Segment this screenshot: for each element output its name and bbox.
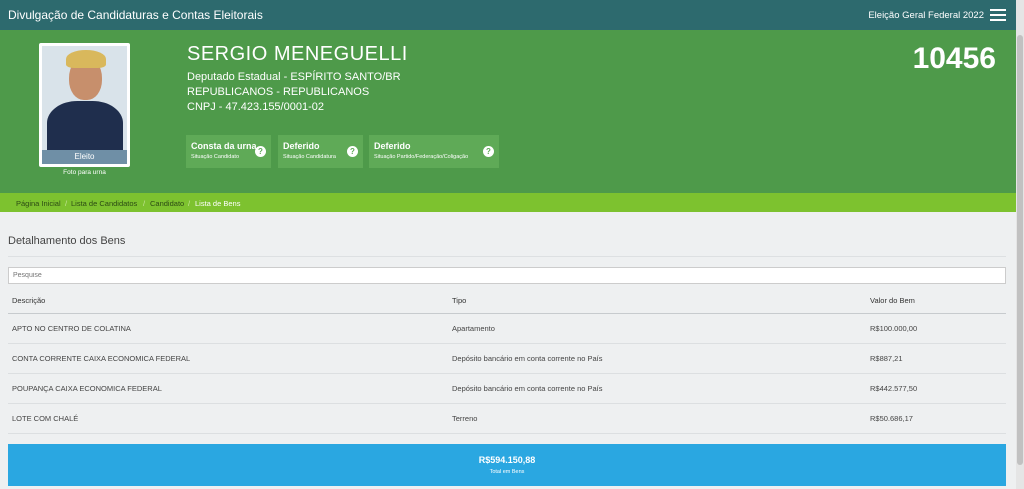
candidate-cnpj: CNPJ - 47.423.155/0001-02 bbox=[187, 101, 324, 113]
breadcrumb: Página Inicial / Lista de Candidatos / C… bbox=[0, 193, 1016, 212]
status-subtitle: Situação Candidatura bbox=[283, 154, 336, 160]
table-row: LOTE COM CHALÉ Terreno R$50.686,17 bbox=[8, 403, 1006, 434]
cell-type: Terreno bbox=[452, 414, 478, 423]
status-subtitle: Situação Candidato bbox=[191, 154, 240, 160]
candidate-party: REPUBLICANOS - REPUBLICANOS bbox=[187, 86, 370, 98]
table-row: APTO NO CENTRO DE COLATINA Apartamento R… bbox=[8, 313, 1006, 344]
cell-type: Depósito bancário em conta corrente no P… bbox=[452, 384, 603, 393]
divider bbox=[8, 256, 1006, 257]
col-type[interactable]: Tipo bbox=[452, 296, 466, 305]
cell-value: R$442.577,50 bbox=[870, 384, 918, 393]
status-candidate: Consta da urna Situação Candidato ? bbox=[186, 135, 271, 168]
breadcrumb-separator: / bbox=[143, 199, 146, 208]
help-icon[interactable]: ? bbox=[483, 146, 494, 157]
photo-image bbox=[42, 46, 127, 150]
status-title: Consta da urna bbox=[191, 141, 257, 151]
breadcrumb-home[interactable]: Página Inicial bbox=[16, 199, 61, 208]
scrollbar-thumb[interactable] bbox=[1017, 35, 1023, 465]
candidate-name: SERGIO MENEGUELLI bbox=[187, 43, 408, 65]
cell-value: R$887,21 bbox=[870, 354, 903, 363]
status-title: Deferido bbox=[374, 141, 411, 151]
candidate-header: Eleito Foto para urna SERGIO MENEGUELLI … bbox=[0, 30, 1016, 193]
elected-badge: Eleito bbox=[42, 150, 127, 164]
table-header: Descrição Tipo Valor do Bem bbox=[8, 288, 1006, 314]
cell-type: Apartamento bbox=[452, 324, 495, 333]
cell-value: R$50.686,17 bbox=[870, 414, 913, 423]
col-description[interactable]: Descrição bbox=[12, 296, 45, 305]
breadcrumb-candidate[interactable]: Candidato bbox=[150, 199, 184, 208]
scrollbar[interactable] bbox=[1016, 0, 1024, 489]
help-icon[interactable]: ? bbox=[347, 146, 358, 157]
cell-type: Depósito bancário em conta corrente no P… bbox=[452, 354, 603, 363]
candidate-office: Deputado Estadual - ESPÍRITO SANTO/BR bbox=[187, 71, 401, 83]
breadcrumb-assets: Lista de Bens bbox=[195, 199, 241, 208]
help-icon[interactable]: ? bbox=[255, 146, 266, 157]
status-title: Deferido bbox=[283, 141, 320, 151]
status-party: Deferido Situação Partido/Federação/Coli… bbox=[369, 135, 499, 168]
breadcrumb-separator: / bbox=[65, 199, 68, 208]
candidate-photo: Eleito bbox=[39, 43, 130, 167]
total-assets: R$594.150,88 Total em Bens bbox=[8, 444, 1006, 486]
status-candidacy: Deferido Situação Candidatura ? bbox=[278, 135, 363, 168]
candidate-number: 10456 bbox=[912, 42, 996, 75]
cell-description: CONTA CORRENTE CAIXA ECONOMICA FEDERAL bbox=[12, 354, 191, 363]
cell-description: APTO NO CENTRO DE COLATINA bbox=[12, 324, 131, 333]
table-row: CONTA CORRENTE CAIXA ECONOMICA FEDERAL D… bbox=[8, 343, 1006, 374]
cell-description: LOTE COM CHALÉ bbox=[12, 414, 79, 423]
top-bar: Divulgação de Candidaturas e Contas Elei… bbox=[0, 0, 1016, 30]
cell-value: R$100.000,00 bbox=[870, 324, 918, 333]
hamburger-icon[interactable] bbox=[990, 9, 1006, 21]
search-field[interactable] bbox=[8, 267, 1006, 284]
breadcrumb-separator: / bbox=[188, 199, 191, 208]
search-input[interactable] bbox=[9, 268, 1005, 283]
app-title[interactable]: Divulgação de Candidaturas e Contas Elei… bbox=[8, 8, 263, 22]
breadcrumb-candidate-list[interactable]: Lista de Candidatos bbox=[71, 199, 137, 208]
table-row: POUPANÇA CAIXA ECONOMICA FEDERAL Depósit… bbox=[8, 373, 1006, 404]
status-subtitle: Situação Partido/Federação/Coligação bbox=[374, 154, 469, 160]
election-label[interactable]: Eleição Geral Federal 2022 bbox=[868, 10, 984, 21]
col-value[interactable]: Valor do Bem bbox=[870, 296, 915, 305]
total-label: Total em Bens bbox=[489, 469, 525, 475]
photo-caption: Foto para urna bbox=[63, 169, 106, 176]
section-title: Detalhamento dos Bens bbox=[8, 235, 126, 247]
total-value: R$594.150,88 bbox=[478, 455, 536, 465]
cell-description: POUPANÇA CAIXA ECONOMICA FEDERAL bbox=[12, 384, 162, 393]
